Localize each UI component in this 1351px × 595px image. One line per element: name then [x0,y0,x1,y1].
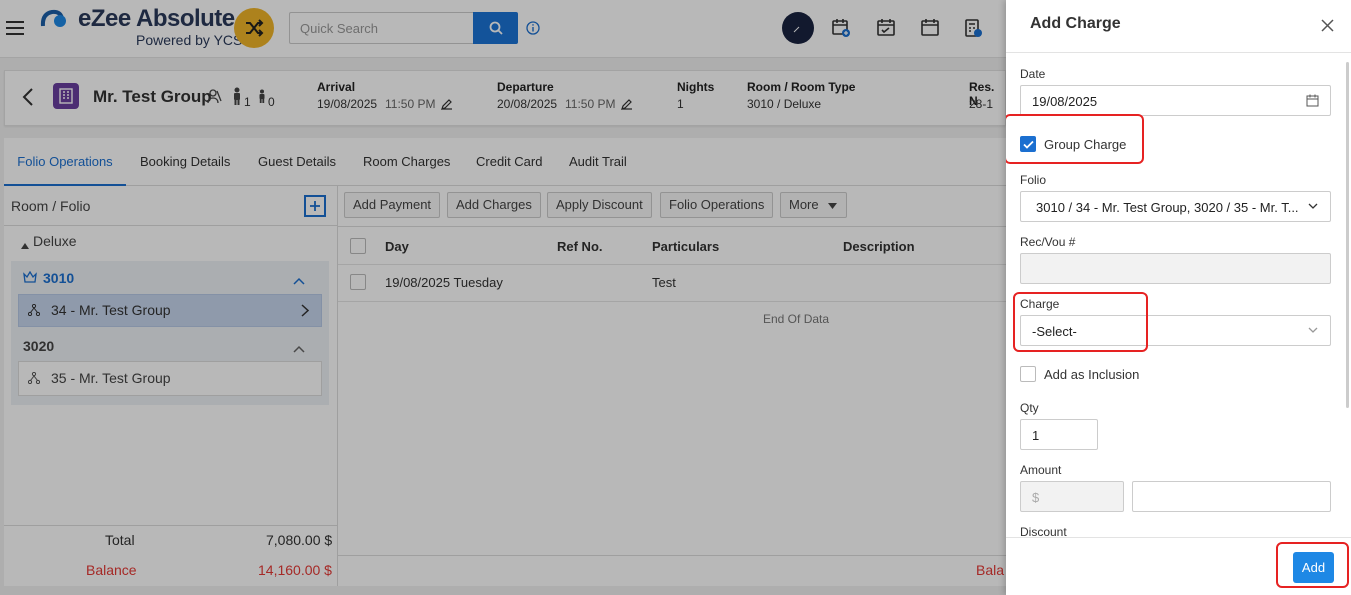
date-value: 19/08/2025 [1032,94,1098,109]
highlight-add-button [1276,542,1349,588]
close-icon[interactable] [1321,19,1334,35]
discount-label: Discount [1020,525,1067,537]
calendar-icon [1306,94,1319,107]
chevron-down-icon [1308,327,1318,333]
highlight-group-charge [1006,114,1144,164]
qty-field[interactable]: 1 [1020,419,1098,450]
amount-field[interactable] [1132,481,1331,512]
amount-label: Amount [1020,463,1062,477]
rec-vou-field [1020,253,1331,284]
date-label: Date [1020,67,1046,81]
add-as-inclusion-label: Add as Inclusion [1044,367,1140,382]
chevron-down-icon [1308,203,1318,209]
drawer-scrollbar[interactable] [1346,62,1349,408]
drawer-body: Date 19/08/2025 Group Charge Folio 3010 … [1006,53,1351,537]
folio-label: Folio [1020,173,1047,187]
rec-vou-label: Rec/Vou # [1020,235,1076,249]
add-charge-drawer: Add Charge Date 19/08/2025 Group Charge … [1006,0,1351,595]
highlight-charge [1013,292,1148,352]
add-as-inclusion-checkbox[interactable] [1020,366,1036,382]
drawer-title: Add Charge [1030,15,1121,32]
folio-select[interactable]: 3010 / 34 - Mr. Test Group, 3020 / 35 - … [1020,191,1331,222]
qty-label: Qty [1020,401,1039,415]
currency-field: $ [1020,481,1124,512]
folio-value: 3010 / 34 - Mr. Test Group, 3020 / 35 - … [1036,200,1299,215]
date-field[interactable]: 19/08/2025 [1020,85,1331,116]
modal-backdrop[interactable] [0,0,1006,595]
